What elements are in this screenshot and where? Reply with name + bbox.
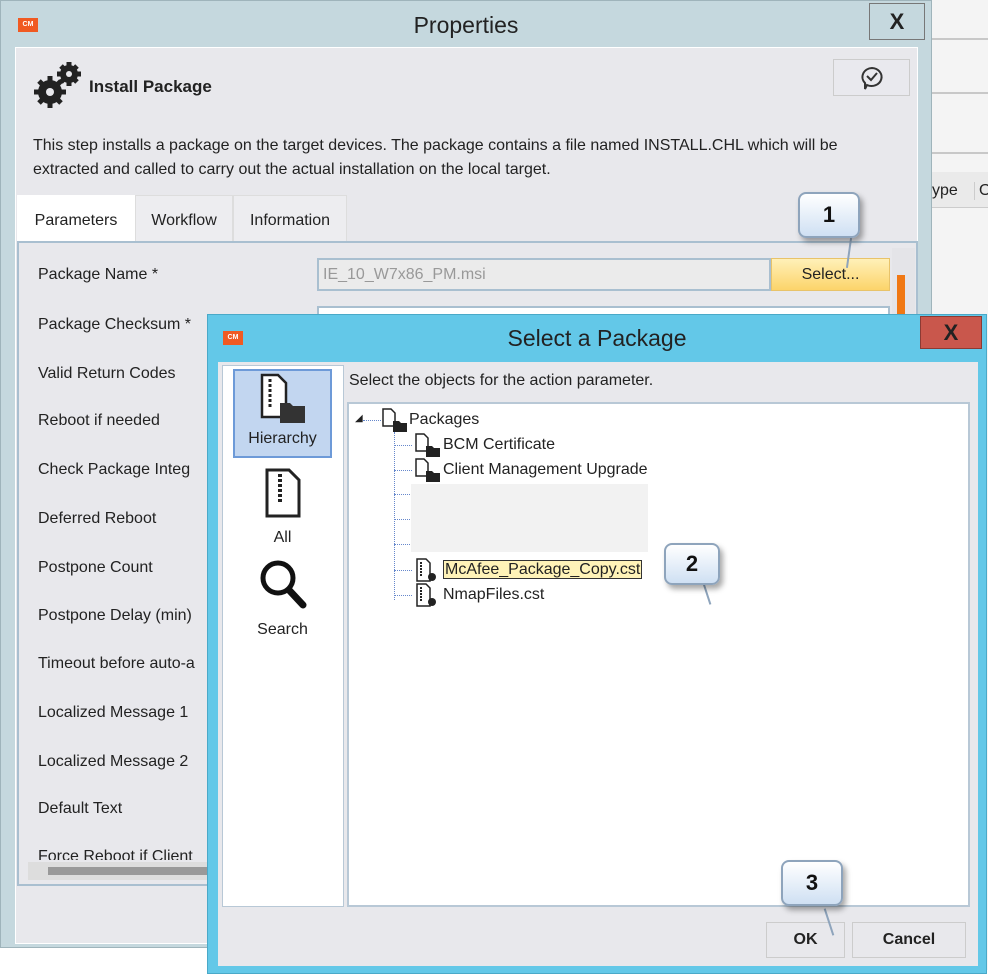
horizontal-scrollbar-thumb[interactable] bbox=[48, 867, 208, 875]
callout-2: 2 bbox=[664, 543, 720, 585]
tree-node[interactable]: NmapFiles.cst bbox=[413, 583, 544, 607]
param-label: Reboot if needed bbox=[38, 412, 160, 429]
tree-node-root[interactable]: Packages bbox=[381, 408, 479, 432]
tab-information[interactable]: Information bbox=[233, 195, 347, 242]
param-label: Localized Message 2 bbox=[38, 753, 189, 770]
nav-label: All bbox=[273, 529, 292, 546]
search-icon bbox=[260, 560, 306, 609]
nav-label: Hierarchy bbox=[248, 430, 317, 447]
tree-node-selected[interactable]: McAfee_Package_Copy.cst bbox=[413, 558, 643, 582]
divider bbox=[932, 38, 988, 40]
comment-check-icon bbox=[860, 66, 883, 90]
tree-line bbox=[394, 432, 395, 600]
gears-icon bbox=[33, 60, 83, 115]
nav-hierarchy[interactable]: Hierarchy bbox=[233, 369, 332, 458]
param-label: Valid Return Codes bbox=[38, 365, 176, 382]
dialog-title: Select a Package bbox=[507, 325, 687, 351]
nav-all[interactable]: All bbox=[233, 468, 332, 547]
ok-button[interactable]: OK bbox=[766, 922, 845, 958]
package-folder-icon bbox=[382, 408, 407, 432]
param-clip: Force Reboot if Client bbox=[20, 848, 220, 860]
param-label: Force Reboot if Client bbox=[38, 848, 193, 860]
tree-line bbox=[363, 420, 381, 421]
param-label: Check Package Integ bbox=[38, 461, 191, 478]
param-label: Timeout before auto-a bbox=[38, 655, 195, 672]
divider bbox=[932, 92, 988, 94]
tree-node[interactable]: BCM Certificate bbox=[413, 433, 555, 457]
tree-line bbox=[394, 570, 412, 571]
callout-1: 1 bbox=[798, 192, 860, 238]
tree-line bbox=[394, 470, 412, 471]
close-button[interactable]: X bbox=[869, 3, 925, 40]
tree-line bbox=[394, 494, 412, 495]
collapse-triangle-icon[interactable]: ◢ bbox=[355, 413, 363, 424]
package-folder-icon bbox=[260, 373, 305, 423]
step-description: This step installs a package on the targ… bbox=[33, 137, 838, 178]
tab-workflow[interactable]: Workflow bbox=[135, 195, 233, 242]
package-folder-icon bbox=[415, 458, 440, 482]
param-label: Deferred Reboot bbox=[38, 510, 157, 527]
nav-label: Search bbox=[257, 621, 308, 638]
column-header-o: O bbox=[974, 182, 988, 200]
package-file-icon bbox=[416, 583, 436, 607]
node-label: Packages bbox=[409, 411, 480, 429]
redacted-area bbox=[411, 484, 648, 552]
divider bbox=[932, 152, 988, 154]
tree-line bbox=[394, 445, 412, 446]
window-title: Properties bbox=[413, 12, 519, 38]
comment-button[interactable] bbox=[833, 59, 910, 96]
node-label: BCM Certificate bbox=[443, 436, 556, 454]
node-label: McAfee_Package_Copy.cst bbox=[443, 560, 643, 580]
package-folder-icon bbox=[415, 433, 440, 457]
dialog-hint: Select the objects for the action parame… bbox=[349, 372, 654, 389]
tree-line bbox=[394, 544, 412, 545]
node-label: Client Management Upgrade bbox=[443, 461, 648, 479]
select-package-button[interactable]: Select... bbox=[771, 258, 890, 291]
tree-line bbox=[394, 519, 412, 520]
background-column-header: ype O bbox=[932, 172, 988, 208]
param-label: Package Name * bbox=[38, 266, 159, 283]
dialog-close-button[interactable]: X bbox=[920, 316, 982, 349]
package-file-icon bbox=[416, 558, 436, 582]
param-label: Default Text bbox=[38, 800, 123, 817]
param-label: Postpone Count bbox=[38, 559, 153, 576]
tab-parameters[interactable]: Parameters bbox=[17, 195, 135, 242]
nav-search[interactable]: Search bbox=[233, 558, 332, 639]
package-name-input[interactable]: IE_10_W7x86_PM.msi bbox=[317, 258, 771, 291]
step-title: Install Package bbox=[89, 77, 212, 96]
param-label: Package Checksum * bbox=[38, 316, 191, 333]
column-header-type: ype bbox=[932, 182, 958, 199]
param-label: Localized Message 1 bbox=[38, 704, 189, 721]
tree-node[interactable]: Client Management Upgrade bbox=[413, 458, 648, 482]
param-label: Postpone Delay (min) bbox=[38, 607, 192, 624]
tree-line bbox=[394, 595, 412, 596]
cancel-button[interactable]: Cancel bbox=[852, 922, 966, 958]
callout-3: 3 bbox=[781, 860, 843, 906]
zip-file-icon bbox=[265, 468, 300, 518]
node-label: NmapFiles.cst bbox=[443, 586, 545, 604]
